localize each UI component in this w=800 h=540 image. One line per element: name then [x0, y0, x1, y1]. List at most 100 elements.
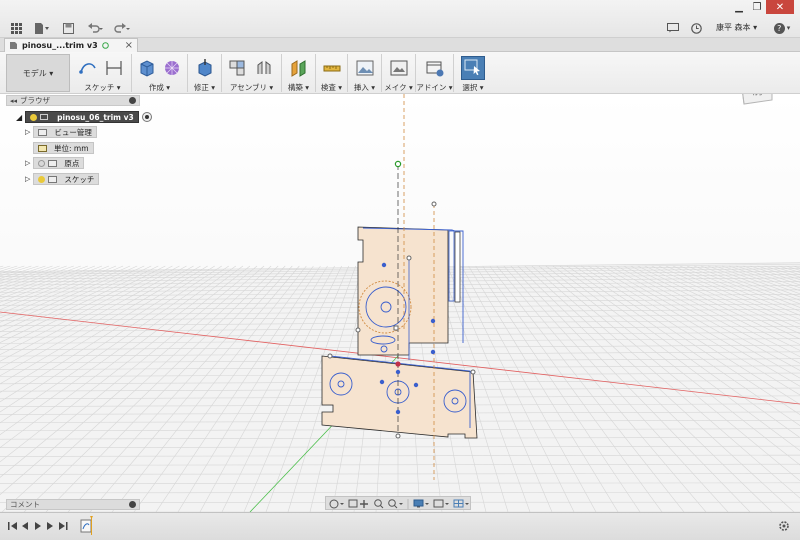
toolbar-label-inspect: 検査 ▾	[320, 83, 343, 92]
browser-item-label: スケッチ	[64, 174, 95, 184]
save-icon[interactable]	[60, 20, 76, 36]
toolbar-label-modify: 修正 ▾	[193, 83, 216, 92]
help-icon: ?	[773, 22, 785, 34]
timeline-go-start-icon[interactable]	[8, 522, 17, 530]
user-account-menu[interactable]: 康平 森本 ▾	[716, 22, 757, 33]
document-tab-title: pinosu_...trim v3	[22, 41, 98, 50]
app-grid-icon[interactable]	[8, 20, 24, 36]
form-mesh-icon	[165, 61, 179, 75]
window-close-button[interactable]: ✕	[766, 0, 794, 14]
expand-triangle-icon[interactable]: ◢	[16, 113, 22, 122]
browser-item-origin[interactable]: ▷ 原点	[25, 157, 85, 169]
toolbar-group-assemble[interactable]: アセンブリ ▾	[222, 54, 282, 92]
fusion-window: ▁ ❐ ✕ 康平 森本 ▾ ? ▾ pinosu_...trim v3 × モデ…	[0, 0, 800, 540]
file-menu-icon[interactable]	[32, 20, 52, 36]
toolbar-group-insert[interactable]: 挿入 ▾	[348, 54, 382, 92]
timeline-go-end-icon[interactable]	[59, 522, 68, 530]
extrude-icon	[140, 60, 154, 77]
toolbar-group-modify[interactable]: 修正 ▾	[188, 54, 222, 92]
activate-component-icon[interactable]	[141, 112, 152, 122]
zoom-icon[interactable]	[374, 499, 384, 509]
toolbar-label-addins: アドイン ▾	[416, 83, 453, 92]
view-management-chip[interactable]: ビュー管理	[33, 126, 97, 138]
lightbulb-icon[interactable]	[38, 175, 46, 183]
workspace-switcher[interactable]: モデル ▾	[6, 54, 70, 92]
browser-item-units[interactable]: 単位: mm	[33, 142, 94, 154]
browser-item-root[interactable]: ◢ pinosu_06_trim v3	[16, 111, 152, 123]
toolbar-group-addins[interactable]: アドイン ▾	[416, 54, 454, 92]
comments-label: コメント	[10, 500, 40, 509]
timeline-bar	[0, 512, 800, 540]
toolbar-group-inspect[interactable]: 検査 ▾	[316, 54, 348, 92]
timeline-settings-gear-icon[interactable]	[779, 521, 789, 531]
toolbar-group-sketch[interactable]: スケッチ ▾	[74, 54, 132, 92]
browser-item-label: 単位: mm	[54, 143, 89, 153]
select-cursor-icon	[464, 59, 480, 76]
expand-triangle-icon[interactable]: ▷	[25, 159, 30, 167]
toolbar-group-create[interactable]: 作成 ▾	[132, 54, 188, 92]
timeline-play-icon[interactable]	[35, 522, 41, 530]
display-settings-icon[interactable]	[413, 499, 429, 508]
browser-item-sketches[interactable]: ▷ スケッチ	[25, 173, 100, 185]
3d-print-icon	[390, 60, 408, 76]
sketches-chip[interactable]: スケッチ	[33, 173, 100, 185]
collapse-triangle-icon[interactable]: ◂◂	[10, 97, 17, 105]
viewports-icon[interactable]	[453, 499, 469, 508]
press-pull-icon	[198, 59, 212, 77]
help-button[interactable]: ? ▾	[770, 20, 794, 36]
job-status-icon[interactable]	[665, 20, 681, 36]
timeline-step-back-icon[interactable]	[22, 522, 28, 530]
lightbulb-off-icon[interactable]	[38, 159, 46, 167]
pan-icon[interactable]	[360, 500, 368, 508]
measure-icon	[323, 65, 341, 72]
browser-item-label: 原点	[64, 158, 80, 168]
sync-status-icon	[101, 42, 109, 49]
root-component-chip[interactable]: pinosu_06_trim v3	[25, 111, 139, 123]
expand-triangle-icon[interactable]: ▷	[25, 128, 30, 136]
browser-title: ブラウザ	[20, 96, 51, 105]
navigation-bar	[325, 496, 471, 510]
document-units-icon	[38, 144, 47, 152]
browser-item-label: pinosu_06_trim v3	[57, 112, 134, 122]
offset-plane-icon	[291, 60, 306, 77]
title-bar: ▁ ❐ ✕ 康平 森本 ▾ ? ▾	[0, 0, 800, 38]
fit-icon[interactable]	[388, 499, 403, 509]
insert-image-icon	[356, 60, 374, 76]
select-tool-active	[461, 56, 485, 80]
scripts-addins-icon	[426, 61, 444, 77]
toolbar-group-select[interactable]: 選択 ▾	[456, 54, 490, 92]
toolbar-group-construct[interactable]: 構築 ▾	[282, 54, 316, 92]
document-tab[interactable]: pinosu_...trim v3 ×	[4, 38, 138, 52]
sketch-dimension-icon	[106, 61, 122, 75]
window-maximize-button[interactable]: ❐	[748, 0, 766, 14]
comments-pin-icon[interactable]	[129, 501, 136, 508]
browser-pin-icon[interactable]	[129, 97, 136, 104]
document-tab-strip: pinosu_...trim v3 ×	[0, 38, 800, 52]
origin-chip[interactable]: 原点	[33, 157, 85, 169]
orbit-icon[interactable]	[329, 499, 344, 509]
timeline-step-forward-icon[interactable]	[47, 522, 53, 530]
browser-item-label: ビュー管理	[54, 127, 92, 137]
expand-triangle-icon[interactable]: ▷	[25, 175, 30, 183]
toolbar-group-make[interactable]: メイク ▾	[382, 54, 416, 92]
timeline-sketch-feature[interactable]	[80, 516, 93, 535]
look-at-icon[interactable]	[348, 499, 358, 508]
browser-panel-header[interactable]: ◂◂ ブラウザ	[6, 95, 140, 106]
window-minimize-button[interactable]: ▁	[730, 0, 748, 14]
undo-icon[interactable]	[86, 20, 106, 36]
clock-icon[interactable]	[688, 20, 704, 36]
comments-panel[interactable]: コメント	[6, 499, 140, 510]
grid-snaps-icon[interactable]	[433, 499, 449, 508]
lightbulb-icon[interactable]	[30, 113, 38, 121]
viewport-canvas[interactable]: 前 Z X	[0, 94, 800, 512]
browser-item-view-management[interactable]: ▷ ビュー管理	[25, 126, 97, 138]
joint-icon	[257, 61, 271, 74]
units-chip[interactable]: 単位: mm	[33, 142, 94, 154]
ribbon-toolbar: モデル ▾ スケッチ ▾ 作成 ▾ 修正 ▾ アセンブリ ▾ 構築 ▾ 検査 ▾…	[0, 52, 800, 94]
close-tab-button[interactable]: ×	[125, 40, 133, 51]
folder-icon	[38, 128, 48, 136]
redo-icon[interactable]	[112, 20, 132, 36]
toolbar-label-sketch: スケッチ ▾	[84, 83, 121, 92]
toolbar-label-select: 選択 ▾	[462, 83, 484, 92]
toolbar-label-construct: 構築 ▾	[287, 83, 310, 92]
